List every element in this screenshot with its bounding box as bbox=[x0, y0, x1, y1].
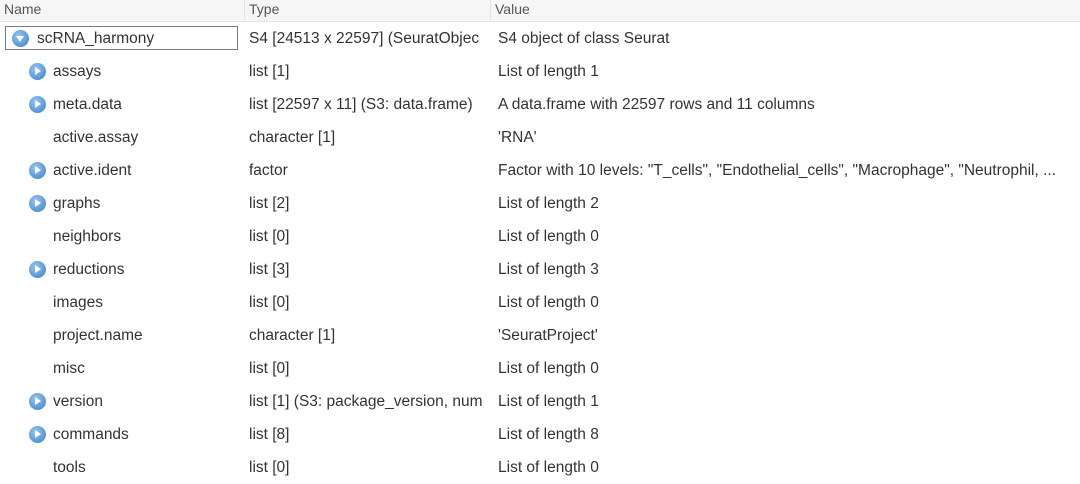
tree-row-images[interactable]: images list [0] List of length 0 bbox=[0, 286, 1080, 319]
row-type: list [8] bbox=[249, 426, 290, 443]
name-column-header[interactable]: Name bbox=[0, 0, 244, 21]
row-type: character [1] bbox=[249, 327, 336, 344]
tree-row-active-ident[interactable]: active.ident factor Factor with 10 level… bbox=[0, 154, 1080, 187]
row-value: List of length 1 bbox=[498, 393, 599, 410]
row-name: project.name bbox=[53, 327, 143, 344]
row-name: images bbox=[53, 294, 103, 311]
row-value: List of length 1 bbox=[498, 63, 599, 80]
row-value: A data.frame with 22597 rows and 11 colu… bbox=[498, 96, 815, 113]
row-name: active.assay bbox=[53, 129, 139, 146]
row-name: version bbox=[53, 393, 103, 410]
row-value: List of length 2 bbox=[498, 195, 599, 212]
row-value: List of length 8 bbox=[498, 426, 599, 443]
expand-circle-icon[interactable] bbox=[29, 393, 46, 410]
row-type: factor bbox=[249, 162, 288, 179]
row-type: character [1] bbox=[249, 129, 336, 146]
object-viewer: Name Type Value scRNA_harmony S4 [24513 … bbox=[0, 0, 1080, 480]
row-value: List of length 0 bbox=[498, 228, 599, 245]
tree-row-version[interactable]: version list [1] (S3: package_version, n… bbox=[0, 385, 1080, 418]
row-type: list [0] bbox=[249, 360, 290, 377]
tree-row-meta-data[interactable]: meta.data list [22597 x 11] (S3: data.fr… bbox=[0, 88, 1080, 121]
tree-row-active-assay[interactable]: active.assay character [1] 'RNA' bbox=[0, 121, 1080, 154]
row-value: List of length 3 bbox=[498, 261, 599, 278]
collapse-circle-icon[interactable] bbox=[12, 30, 29, 47]
expand-circle-icon[interactable] bbox=[29, 63, 46, 80]
expand-circle-icon[interactable] bbox=[29, 426, 46, 443]
row-type: list [1] (S3: package_version, num bbox=[249, 393, 483, 410]
expand-circle-icon[interactable] bbox=[29, 162, 46, 179]
tree-row-commands[interactable]: commands list [8] List of length 8 bbox=[0, 418, 1080, 451]
expand-circle-icon[interactable] bbox=[29, 96, 46, 113]
value-column-header[interactable]: Value bbox=[490, 0, 1080, 21]
row-value: 'SeuratProject' bbox=[498, 327, 598, 344]
row-name: scRNA_harmony bbox=[37, 30, 155, 47]
column-header: Name Type Value bbox=[0, 0, 1080, 22]
object-tree: scRNA_harmony S4 [24513 x 22597] (Seurat… bbox=[0, 22, 1080, 484]
tree-row-assays[interactable]: assays list [1] List of length 1 bbox=[0, 55, 1080, 88]
type-column-header[interactable]: Type bbox=[244, 0, 490, 21]
tree-row-project-name[interactable]: project.name character [1] 'SeuratProjec… bbox=[0, 319, 1080, 352]
row-value: List of length 0 bbox=[498, 294, 599, 311]
row-name: graphs bbox=[53, 195, 101, 212]
tree-row-graphs[interactable]: graphs list [2] List of length 2 bbox=[0, 187, 1080, 220]
row-name: active.ident bbox=[53, 162, 132, 179]
expand-circle-icon[interactable] bbox=[29, 261, 46, 278]
tree-row-misc[interactable]: misc list [0] List of length 0 bbox=[0, 352, 1080, 385]
row-name: neighbors bbox=[53, 228, 122, 245]
row-name: commands bbox=[53, 426, 129, 443]
row-type: list [0] bbox=[249, 228, 290, 245]
row-type: list [3] bbox=[249, 261, 290, 278]
row-value: List of length 0 bbox=[498, 360, 599, 377]
row-name: reductions bbox=[53, 261, 125, 278]
tree-row-scrna-harmony[interactable]: scRNA_harmony S4 [24513 x 22597] (Seurat… bbox=[0, 22, 1080, 55]
row-value: 'RNA' bbox=[498, 129, 537, 146]
row-type: list [2] bbox=[249, 195, 290, 212]
row-name: tools bbox=[53, 459, 86, 476]
row-type: S4 [24513 x 22597] (SeuratObjec bbox=[249, 30, 480, 47]
row-value: List of length 0 bbox=[498, 459, 599, 476]
tree-row-neighbors[interactable]: neighbors list [0] List of length 0 bbox=[0, 220, 1080, 253]
row-value: S4 object of class Seurat bbox=[498, 30, 670, 47]
row-name: meta.data bbox=[53, 96, 122, 113]
tree-row-reductions[interactable]: reductions list [3] List of length 3 bbox=[0, 253, 1080, 286]
row-name: misc bbox=[53, 360, 85, 377]
row-type: list [0] bbox=[249, 459, 290, 476]
row-name: assays bbox=[53, 63, 102, 80]
expand-circle-icon[interactable] bbox=[29, 195, 46, 212]
row-type: list [0] bbox=[249, 294, 290, 311]
row-value: Factor with 10 levels: "T_cells", "Endot… bbox=[498, 162, 1057, 179]
row-type: list [1] bbox=[249, 63, 290, 80]
row-type: list [22597 x 11] (S3: data.frame) bbox=[249, 96, 473, 113]
tree-row-tools[interactable]: tools list [0] List of length 0 bbox=[0, 451, 1080, 484]
